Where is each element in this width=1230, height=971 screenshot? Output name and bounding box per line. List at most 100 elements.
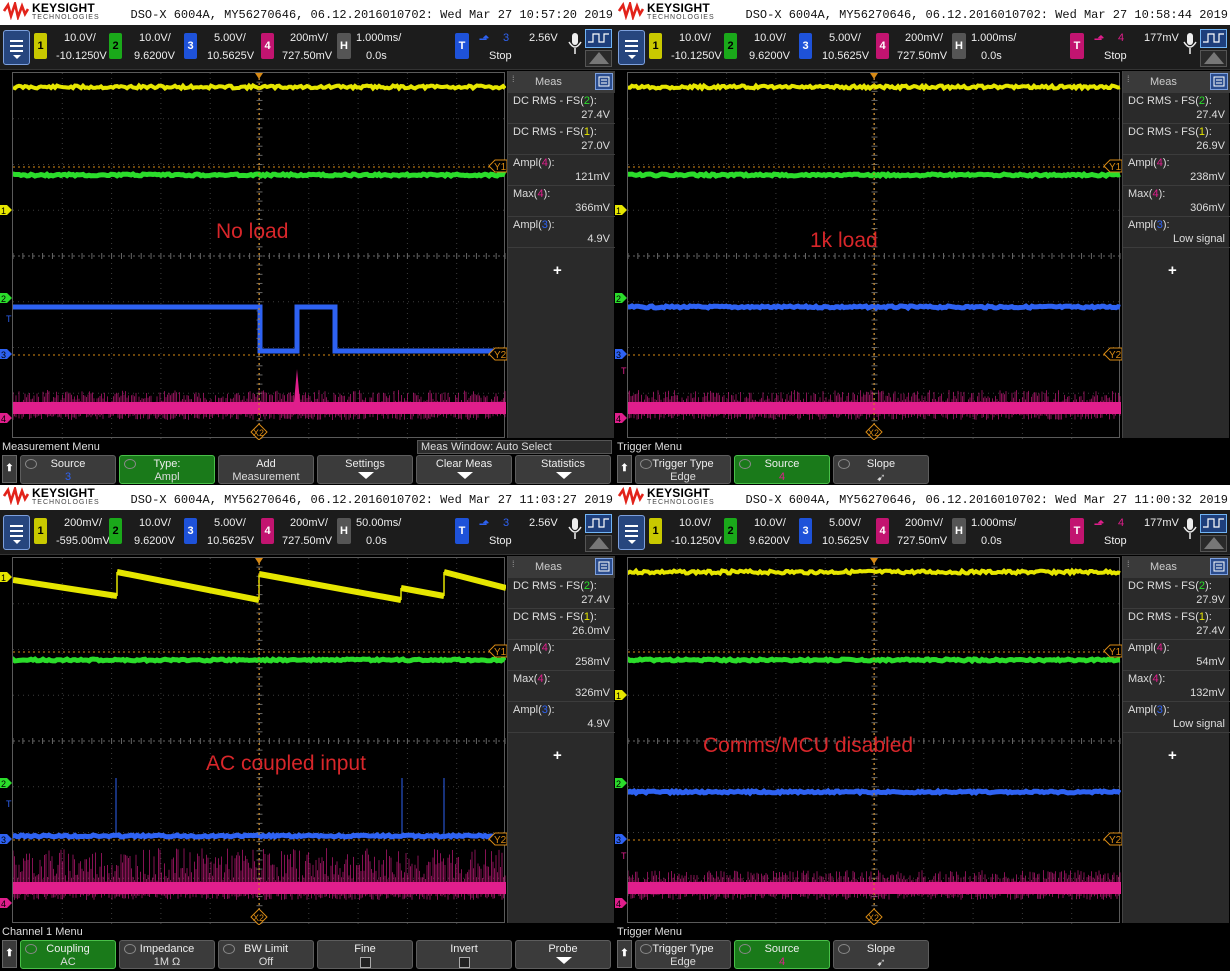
panel-menu-icon[interactable] <box>1210 558 1228 575</box>
softkey-coupling[interactable]: Coupling AC <box>20 940 116 969</box>
softkey-slope[interactable]: Slope ➹ <box>833 455 929 484</box>
measurement-item[interactable]: Max(4): 326mV <box>508 671 615 702</box>
measurement-item[interactable]: DC RMS - FS(1): 26.9V <box>1123 124 1230 155</box>
horizontal-button[interactable]: H <box>337 518 351 544</box>
ch2-button[interactable]: 2 <box>724 33 737 59</box>
add-measurement-icon[interactable]: + <box>553 262 562 279</box>
measurement-item[interactable]: Max(4): 132mV <box>1123 671 1230 702</box>
main-menu-button[interactable] <box>3 515 30 550</box>
softkey-statistics[interactable]: Statistics <box>515 455 611 484</box>
ch1-button[interactable]: 1 <box>34 518 47 544</box>
ch1-button[interactable]: 1 <box>34 33 47 59</box>
main-menu-button[interactable] <box>3 30 30 65</box>
waveform-display-icon[interactable] <box>585 29 612 48</box>
horizontal-button[interactable]: H <box>952 33 966 59</box>
ch3-button[interactable]: 3 <box>799 33 812 59</box>
softkey-fine[interactable]: Fine <box>317 940 413 969</box>
back-button[interactable]: ⬆ <box>617 455 632 483</box>
acquisition-status: Stop <box>1104 50 1127 62</box>
softkey-probe[interactable]: Probe <box>515 940 611 969</box>
panel-menu-icon[interactable] <box>595 73 613 90</box>
measurement-item[interactable]: Max(4): 366mV <box>508 186 615 217</box>
measurement-item[interactable]: DC RMS - FS(2): 27.4V <box>1123 93 1230 124</box>
microphone-icon[interactable] <box>1183 32 1197 56</box>
measurement-item[interactable]: Ampl(3): Low signal <box>1123 702 1230 733</box>
measurement-item[interactable]: Ampl(4): 238mV <box>1123 155 1230 186</box>
add-measurement-icon[interactable]: + <box>1168 262 1177 279</box>
softkey-settings[interactable]: Settings <box>317 455 413 484</box>
ch2-button[interactable]: 2 <box>724 518 737 544</box>
add-measurement-icon[interactable]: + <box>1168 747 1177 764</box>
softkey-invert[interactable]: Invert <box>416 940 512 969</box>
measurement-item[interactable]: Ampl(3): Low signal <box>1123 217 1230 248</box>
softkey-trigger-type[interactable]: Trigger Type Edge <box>635 455 731 484</box>
waveform-area[interactable] <box>12 72 506 439</box>
ch1-button[interactable]: 1 <box>649 518 662 544</box>
expand-icon[interactable] <box>585 535 612 552</box>
ch4-button[interactable]: 4 <box>261 33 274 59</box>
waveform-display-icon[interactable] <box>585 514 612 533</box>
expand-icon[interactable] <box>1200 50 1227 67</box>
add-measurement-icon[interactable]: + <box>553 747 562 764</box>
main-menu-button[interactable] <box>618 30 645 65</box>
main-menu-button[interactable] <box>618 515 645 550</box>
waveform-display-icon[interactable] <box>1200 29 1227 48</box>
horizontal-button[interactable]: H <box>337 33 351 59</box>
measurement-item[interactable]: DC RMS - FS(2): 27.4V <box>508 93 615 124</box>
ch4-button[interactable]: 4 <box>876 518 889 544</box>
measurement-item[interactable]: Max(4): 306mV <box>1123 186 1230 217</box>
back-button[interactable]: ⬆ <box>2 455 17 483</box>
ch4-button[interactable]: 4 <box>261 518 274 544</box>
drag-handle-icon[interactable]: ⁞ <box>512 559 515 569</box>
drag-handle-icon[interactable]: ⁞ <box>1127 74 1130 84</box>
measurement-item[interactable]: DC RMS - FS(1): 26.0mV <box>508 609 615 640</box>
ch1-button[interactable]: 1 <box>649 33 662 59</box>
trigger-button[interactable]: T <box>1070 518 1084 544</box>
waveform-area[interactable] <box>627 72 1121 439</box>
horizontal-button[interactable]: H <box>952 518 966 544</box>
ch3-button[interactable]: 3 <box>184 33 197 59</box>
measurement-item[interactable]: DC RMS - FS(1): 27.0V <box>508 124 615 155</box>
softkey-impedance[interactable]: Impedance 1M Ω <box>119 940 215 969</box>
meas-window-select[interactable]: Meas Window: Auto Select <box>417 440 612 454</box>
softkey-type[interactable]: Type: Ampl <box>119 455 215 484</box>
ch2-button[interactable]: 2 <box>109 33 122 59</box>
softkey-bw-limit[interactable]: BW Limit Off <box>218 940 314 969</box>
expand-icon[interactable] <box>585 50 612 67</box>
measurement-item[interactable]: Ampl(4): 121mV <box>508 155 615 186</box>
panel-menu-icon[interactable] <box>595 558 613 575</box>
ch3-button[interactable]: 3 <box>799 518 812 544</box>
microphone-icon[interactable] <box>568 32 582 56</box>
measurement-item[interactable]: Ampl(4): 258mV <box>508 640 615 671</box>
measurement-item[interactable]: DC RMS - FS(1): 27.4V <box>1123 609 1230 640</box>
softkey-trigger-type[interactable]: Trigger Type Edge <box>635 940 731 969</box>
measurement-item[interactable]: Ampl(4): 54mV <box>1123 640 1230 671</box>
back-button[interactable]: ⬆ <box>617 940 632 968</box>
softkey-source[interactable]: Source 4 <box>734 455 830 484</box>
drag-handle-icon[interactable]: ⁞ <box>512 74 515 84</box>
ch2-button[interactable]: 2 <box>109 518 122 544</box>
drag-handle-icon[interactable]: ⁞ <box>1127 559 1130 569</box>
ch3-button[interactable]: 3 <box>184 518 197 544</box>
trigger-button[interactable]: T <box>455 33 469 59</box>
softkey-clear-meas[interactable]: Clear Meas <box>416 455 512 484</box>
measurement-name: Max(4): <box>513 188 551 200</box>
waveform-display-icon[interactable] <box>1200 514 1227 533</box>
trigger-button[interactable]: T <box>455 518 469 544</box>
softkey-source[interactable]: Source 3 <box>20 455 116 484</box>
softkey-slope[interactable]: Slope ➹ <box>833 940 929 969</box>
back-button[interactable]: ⬆ <box>2 940 17 968</box>
softkey-source[interactable]: Source 4 <box>734 940 830 969</box>
microphone-icon[interactable] <box>1183 517 1197 541</box>
panel-menu-icon[interactable] <box>1210 73 1228 90</box>
softkey-add[interactable]: Add Measurement <box>218 455 314 484</box>
waveform-area[interactable] <box>12 557 506 924</box>
microphone-icon[interactable] <box>568 517 582 541</box>
measurement-item[interactable]: DC RMS - FS(2): 27.4V <box>508 578 615 609</box>
trigger-button[interactable]: T <box>1070 33 1084 59</box>
expand-icon[interactable] <box>1200 535 1227 552</box>
ch4-button[interactable]: 4 <box>876 33 889 59</box>
measurement-item[interactable]: DC RMS - FS(2): 27.9V <box>1123 578 1230 609</box>
measurement-item[interactable]: Ampl(3): 4.9V <box>508 217 615 248</box>
measurement-item[interactable]: Ampl(3): 4.9V <box>508 702 615 733</box>
